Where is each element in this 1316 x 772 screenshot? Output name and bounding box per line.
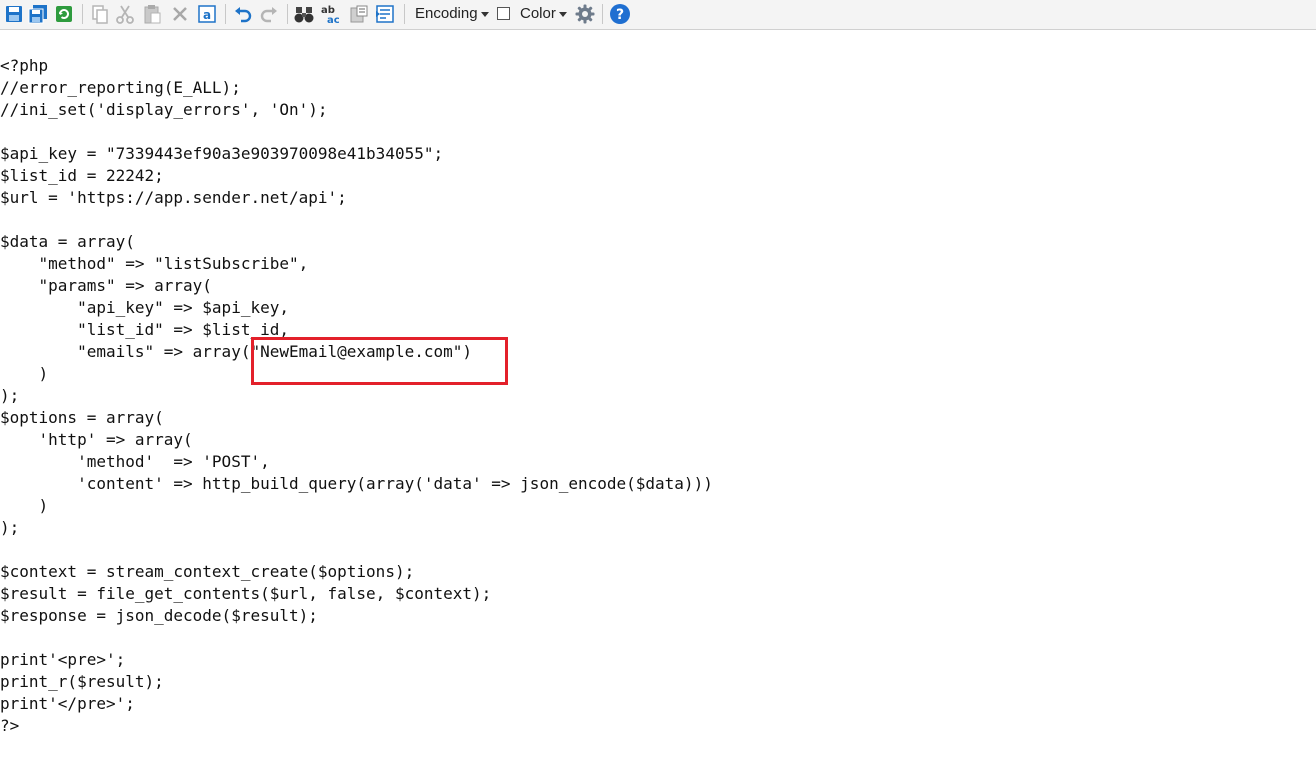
- settings-icon[interactable]: [574, 3, 596, 25]
- svg-text:a: a: [203, 8, 211, 22]
- code-line[interactable]: [0, 121, 713, 143]
- save-all-icon[interactable]: [27, 3, 49, 25]
- code-line[interactable]: "method" => "listSubscribe",: [0, 253, 713, 275]
- toolbar: a ab ac Encoding Color ?: [0, 0, 1316, 30]
- code-line[interactable]: [0, 209, 713, 231]
- code-line[interactable]: $options = array(: [0, 407, 713, 429]
- code-line[interactable]: print'<pre>';: [0, 649, 713, 671]
- copy-icon[interactable]: [89, 3, 111, 25]
- code-line[interactable]: ?>: [0, 715, 713, 737]
- reload-icon[interactable]: [53, 3, 75, 25]
- replace-icon[interactable]: [348, 3, 370, 25]
- code-line[interactable]: $list_id = 22242;: [0, 165, 713, 187]
- color-dropdown[interactable]: Color: [520, 5, 556, 23]
- highlight-annotation-box: [251, 337, 508, 385]
- code-line[interactable]: <?php: [0, 55, 713, 77]
- toolbar-divider: [404, 4, 405, 24]
- code-line[interactable]: "api_key" => $api_key,: [0, 297, 713, 319]
- find-icon[interactable]: [293, 3, 315, 25]
- toolbar-divider: [225, 4, 226, 24]
- toolbar-divider: [287, 4, 288, 24]
- code-line[interactable]: );: [0, 385, 713, 407]
- code-line[interactable]: 'content' => http_build_query(array('dat…: [0, 473, 713, 495]
- code-line[interactable]: //ini_set('display_errors', 'On');: [0, 99, 713, 121]
- paste-icon[interactable]: [141, 3, 163, 25]
- code-line[interactable]: $url = 'https://app.sender.net/api';: [0, 187, 713, 209]
- code-line[interactable]: print_r($result);: [0, 671, 713, 693]
- code-line[interactable]: 'http' => array(: [0, 429, 713, 451]
- code-line[interactable]: 'method' => 'POST',: [0, 451, 713, 473]
- code-line[interactable]: [0, 627, 713, 649]
- code-line[interactable]: $context = stream_context_create($option…: [0, 561, 713, 583]
- code-line[interactable]: $data = array(: [0, 231, 713, 253]
- word-wrap-icon[interactable]: [374, 3, 396, 25]
- code-line[interactable]: ): [0, 495, 713, 517]
- color-chevron-down-icon[interactable]: [559, 12, 567, 17]
- code-line[interactable]: //error_reporting(E_ALL);: [0, 77, 713, 99]
- encoding-chevron-down-icon[interactable]: [481, 12, 489, 17]
- code-line[interactable]: "params" => array(: [0, 275, 713, 297]
- code-line[interactable]: $api_key = "7339443ef90a3e903970098e41b3…: [0, 143, 713, 165]
- help-icon[interactable]: ?: [609, 3, 631, 25]
- delete-icon[interactable]: [169, 3, 191, 25]
- color-checkbox[interactable]: [497, 7, 510, 20]
- code-line[interactable]: $response = json_decode($result);: [0, 605, 713, 627]
- code-line[interactable]: [0, 539, 713, 561]
- toolbar-divider: [602, 4, 603, 24]
- save-icon[interactable]: [3, 3, 25, 25]
- encoding-dropdown[interactable]: Encoding: [415, 5, 478, 23]
- svg-text:?: ?: [616, 7, 624, 23]
- spell-check-icon[interactable]: ab ac: [320, 3, 342, 25]
- toolbar-divider: [82, 4, 83, 24]
- code-line[interactable]: print'</pre>';: [0, 693, 713, 715]
- select-all-icon[interactable]: a: [196, 3, 218, 25]
- code-line[interactable]: );: [0, 517, 713, 539]
- code-editor[interactable]: <?php//error_reporting(E_ALL);//ini_set(…: [0, 30, 1316, 772]
- redo-icon[interactable]: [258, 3, 280, 25]
- cut-icon[interactable]: [114, 3, 136, 25]
- code-text[interactable]: <?php//error_reporting(E_ALL);//ini_set(…: [0, 55, 713, 737]
- code-line[interactable]: $result = file_get_contents($url, false,…: [0, 583, 713, 605]
- svg-text:ac: ac: [327, 15, 340, 25]
- undo-icon[interactable]: [232, 3, 254, 25]
